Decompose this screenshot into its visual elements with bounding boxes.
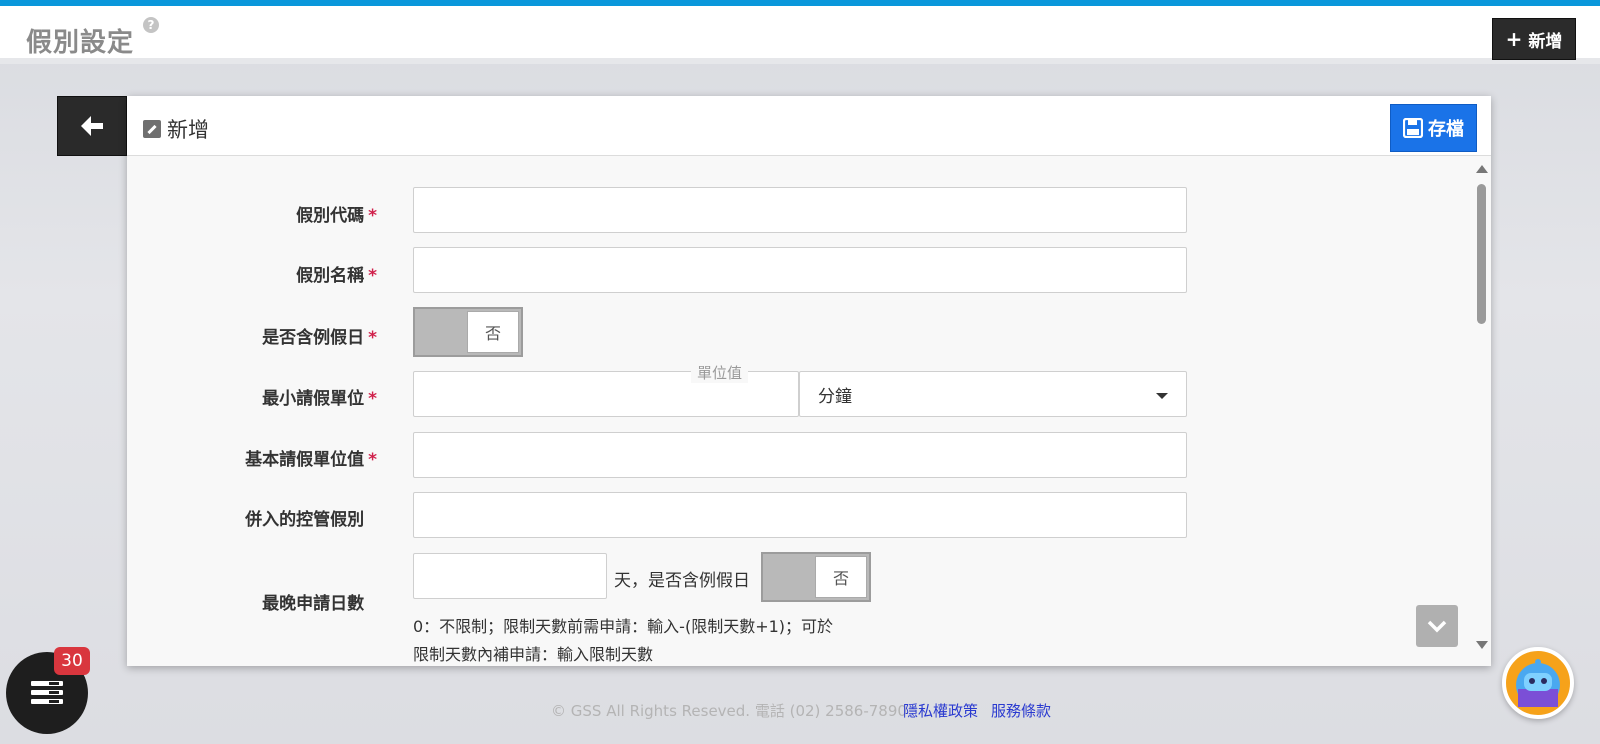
- required-mark: *: [368, 328, 377, 348]
- list-icon: [31, 681, 63, 704]
- chevron-down-icon: [1427, 620, 1447, 633]
- toggle-knob: 否: [815, 556, 867, 598]
- unit-value-caption: 單位值: [691, 362, 749, 383]
- latest-apply-hint-line2: 限制天數內補申請：輸入限制天數: [413, 645, 654, 664]
- base-unit-label-text: 基本請假單位值: [245, 450, 365, 470]
- merged-leave-input[interactable]: [413, 492, 1187, 538]
- caret-down-icon: [1156, 393, 1168, 399]
- include-holidays-label: 是否含例假日 *: [127, 323, 377, 348]
- terms-link[interactable]: 服務條款: [991, 700, 1051, 721]
- save-button[interactable]: 存檔: [1390, 104, 1477, 152]
- scroll-up-arrow-icon[interactable]: [1476, 165, 1488, 173]
- include-holidays-toggle[interactable]: 否: [413, 307, 523, 357]
- vertical-scrollbar[interactable]: [1473, 157, 1491, 666]
- merged-leave-label-text: 併入的控管假別: [245, 510, 365, 530]
- scroll-thumb[interactable]: [1477, 184, 1486, 324]
- latest-apply-hint-line1: 0：不限制；限制天數前需申請：輸入-(限制天數+1)；可於: [413, 617, 834, 636]
- required-mark: *: [368, 206, 377, 226]
- robot-icon: [1516, 659, 1560, 707]
- add-button-label: 新增: [1528, 31, 1563, 52]
- add-button[interactable]: + 新增: [1492, 18, 1576, 60]
- latest-apply-days-label: 最晚申請日數*: [127, 589, 377, 614]
- help-icon[interactable]: ?: [143, 17, 159, 33]
- latest-apply-holidays-toggle[interactable]: 否: [761, 552, 871, 602]
- back-arrow-icon: [81, 116, 103, 136]
- plus-icon: +: [1505, 27, 1523, 51]
- edit-icon: [143, 120, 161, 138]
- toggle-knob: 否: [467, 311, 519, 353]
- min-unit-selected: 分鐘: [818, 386, 852, 407]
- merged-leave-label: 併入的控管假別*: [127, 505, 377, 530]
- notification-count-badge: 30: [54, 647, 90, 675]
- scroll-down-button[interactable]: [1416, 605, 1458, 647]
- leave-code-input[interactable]: [413, 187, 1187, 233]
- min-unit-select[interactable]: 分鐘: [799, 371, 1187, 417]
- min-unit-label: 最小請假單位 *: [127, 384, 377, 409]
- privacy-link[interactable]: 隱私權政策: [903, 700, 978, 721]
- chatbot-button[interactable]: [1502, 647, 1574, 719]
- leave-name-input[interactable]: [413, 247, 1187, 293]
- latest-apply-days-input[interactable]: [413, 553, 607, 599]
- panel-title: 新增: [167, 118, 209, 142]
- leave-name-label-text: 假別名稱: [296, 266, 365, 286]
- required-mark: *: [368, 266, 377, 286]
- leave-name-label: 假別名稱 *: [127, 261, 377, 286]
- base-unit-input[interactable]: [413, 432, 1187, 478]
- leave-code-label: 假別代碼 *: [127, 201, 377, 226]
- required-mark: *: [368, 389, 377, 409]
- page-header: 假別設定 ? + 新增: [0, 6, 1600, 64]
- base-unit-label: 基本請假單位值 *: [127, 445, 377, 470]
- panel-header: 新增 存檔: [127, 96, 1491, 156]
- include-holidays-label-text: 是否含例假日: [262, 328, 365, 348]
- leave-code-label-text: 假別代碼: [296, 206, 365, 226]
- save-button-label: 存檔: [1428, 119, 1464, 140]
- footer-copyright: © GSS All Rights Reseved. 電話 (02) 2586-7…: [551, 702, 907, 720]
- min-unit-label-text: 最小請假單位: [262, 389, 365, 409]
- days-suffix-text: 天，是否含例假日: [614, 571, 750, 591]
- required-mark: *: [368, 450, 377, 470]
- back-button[interactable]: [57, 96, 127, 156]
- save-disk-icon: [1403, 118, 1423, 138]
- edit-panel: 新增 存檔 假別代碼 * 假別名稱 * 是否含例假日 * 否 最小請假單位 * …: [127, 96, 1491, 666]
- latest-apply-days-label-text: 最晚申請日數: [262, 594, 365, 614]
- form-area: 假別代碼 * 假別名稱 * 是否含例假日 * 否 最小請假單位 * 單位值 分鐘 基本請…: [127, 157, 1467, 666]
- page-title: 假別設定: [26, 28, 135, 58]
- scroll-down-arrow-icon[interactable]: [1476, 641, 1488, 649]
